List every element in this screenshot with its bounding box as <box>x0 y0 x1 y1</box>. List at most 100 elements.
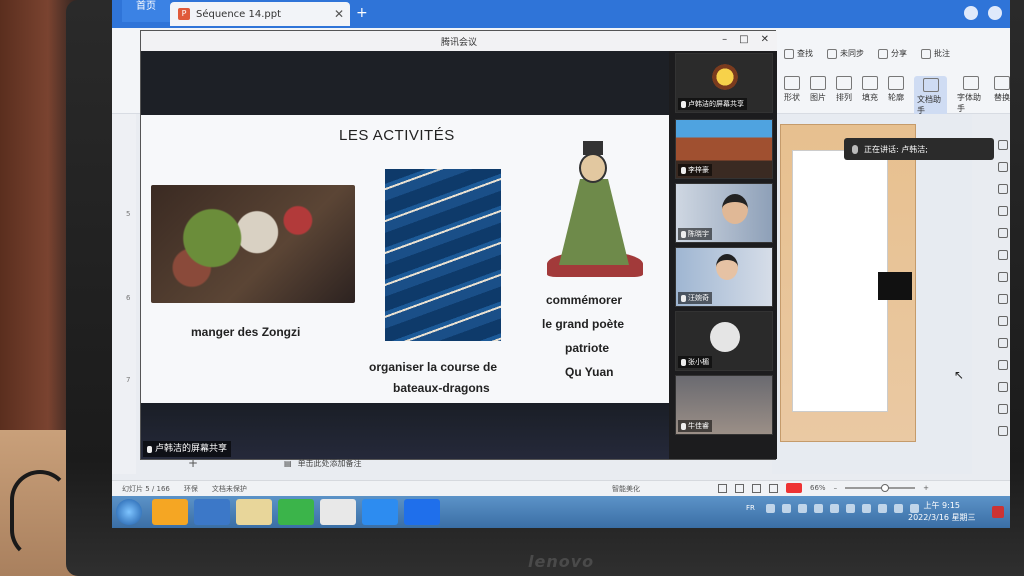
tencent-meeting-icon[interactable] <box>362 499 398 525</box>
minimize-icon[interactable] <box>988 6 1002 20</box>
play-icon[interactable] <box>786 483 802 493</box>
poet-body <box>559 179 629 265</box>
normal-view-icon[interactable] <box>735 483 744 493</box>
language-indicator[interactable]: FR <box>746 504 755 512</box>
tool-icon[interactable] <box>998 184 1008 194</box>
tool-icon[interactable] <box>998 316 1008 326</box>
close-icon[interactable]: ✕ <box>334 7 344 21</box>
outline-icon <box>888 76 904 90</box>
system-tray <box>766 504 919 513</box>
avatar <box>710 322 740 352</box>
tool-icon[interactable] <box>998 140 1008 150</box>
tool-icon[interactable] <box>998 360 1008 370</box>
start-button[interactable] <box>116 499 142 525</box>
tray-icon[interactable] <box>798 504 807 513</box>
shape-button[interactable]: 形状 <box>784 76 800 118</box>
outline-button[interactable]: 轮廓 <box>888 76 904 118</box>
share-button[interactable]: 分享 <box>878 48 907 59</box>
shared-screen: LES ACTIVITÉS manger des Zongzi organise… <box>141 51 669 459</box>
fill-icon <box>862 76 878 90</box>
tool-icon[interactable] <box>998 294 1008 304</box>
picture-icon <box>810 76 826 90</box>
find-button[interactable]: 查找 <box>784 48 813 59</box>
ribbon-row-2: 形状 图片 排列 填充 轮廓 文档助手 字体助手 替换 <box>784 76 1010 118</box>
mic-icon <box>852 144 858 154</box>
smart-beautify-button[interactable]: 智能美化 <box>612 484 640 494</box>
arrange-icon <box>836 76 852 90</box>
reading-view-icon[interactable] <box>769 483 778 493</box>
chrome-icon[interactable] <box>320 499 356 525</box>
tray-icon[interactable] <box>766 504 775 513</box>
theme-name[interactable]: 环保 <box>184 484 198 494</box>
add-slide-icon[interactable]: + <box>188 456 198 470</box>
tool-icon[interactable] <box>998 338 1008 348</box>
close-icon[interactable]: ✕ <box>761 34 769 45</box>
notes-view-icon[interactable] <box>718 483 727 493</box>
tool-icon[interactable] <box>998 272 1008 282</box>
minimize-icon[interactable]: – <box>722 34 727 45</box>
tray-icon[interactable] <box>894 504 903 513</box>
participant-tile[interactable]: 牛佳睿 <box>675 375 773 435</box>
tray-icon[interactable] <box>862 504 871 513</box>
zoom-level[interactable]: 66% <box>810 484 826 492</box>
ppt-icon: P <box>178 8 190 20</box>
tray-icon[interactable] <box>830 504 839 513</box>
participant-tile[interactable]: 汪婉奇 <box>675 247 773 307</box>
doc-assistant-button[interactable]: 文档助手 <box>914 76 947 118</box>
home-tab[interactable]: 首页 <box>122 0 170 22</box>
wps-icon[interactable] <box>404 499 440 525</box>
sync-button[interactable]: 未同步 <box>827 48 864 59</box>
tray-icon[interactable] <box>878 504 887 513</box>
speaking-text: 正在讲话: 卢韩洁; <box>864 144 928 154</box>
picture-button[interactable]: 图片 <box>810 76 826 118</box>
participant-video <box>716 254 738 280</box>
protect-status[interactable]: 文档未保护 <box>212 484 247 494</box>
clock[interactable]: 上午 9:15 2022/3/16 星期三 <box>908 500 976 524</box>
maximize-icon[interactable]: □ <box>739 34 748 45</box>
participant-tile[interactable]: 张小楣 <box>675 311 773 371</box>
app-icon[interactable] <box>152 499 188 525</box>
participant-tile[interactable]: 卢韩洁的屏幕共享 <box>675 53 773 113</box>
tool-icon[interactable] <box>998 162 1008 172</box>
mouse-cursor-icon: ↖ <box>954 368 965 382</box>
sorter-view-icon[interactable] <box>752 483 761 493</box>
fill-button[interactable]: 填充 <box>862 76 878 118</box>
notes-area[interactable]: ▤ 单击此处添加备注 <box>284 458 362 469</box>
browser-icon[interactable] <box>278 499 314 525</box>
tray-icon[interactable] <box>846 504 855 513</box>
zoom-out-icon[interactable]: – <box>834 484 838 492</box>
status-bar: 幻灯片 5 / 166 环保 文档未保护 智能美化 66% – + <box>112 480 1010 496</box>
participant-tile[interactable]: 陈晓宇 <box>675 183 773 243</box>
participant-tile[interactable]: 李梓豪 <box>675 119 773 179</box>
folder-icon[interactable] <box>236 499 272 525</box>
meeting-titlebar[interactable]: 腾讯会议 – □ ✕ <box>141 31 777 51</box>
user-icon[interactable] <box>964 6 978 20</box>
arrange-button[interactable]: 排列 <box>836 76 852 118</box>
new-tab-icon[interactable]: + <box>356 5 368 21</box>
zoom-slider-handle[interactable] <box>881 484 890 492</box>
replace-button[interactable]: 替换 <box>994 76 1010 118</box>
document-tab[interactable]: P Séquence 14.ppt ✕ <box>170 2 350 26</box>
zoom-slider[interactable] <box>845 484 916 492</box>
zoom-in-icon[interactable]: + <box>923 484 929 492</box>
font-assistant-button[interactable]: 字体助手 <box>957 76 984 118</box>
search-icon[interactable] <box>194 499 230 525</box>
tool-icon[interactable] <box>998 250 1008 260</box>
slide-content-area[interactable] <box>792 150 888 412</box>
slide-shape[interactable] <box>878 272 912 300</box>
notification-icon[interactable] <box>992 506 1004 518</box>
assistant-icon <box>922 78 939 92</box>
poet-head <box>579 153 607 183</box>
dragon-boats-image <box>385 169 501 341</box>
tool-icon[interactable] <box>998 206 1008 216</box>
tool-icon[interactable] <box>998 404 1008 414</box>
tool-icon[interactable] <box>998 228 1008 238</box>
thumbnail-pane[interactable]: 5 6 7 <box>112 114 136 474</box>
tool-icon[interactable] <box>998 382 1008 392</box>
comment-button[interactable]: 批注 <box>921 48 950 59</box>
participant-name: 牛佳睿 <box>678 420 712 432</box>
tray-icon[interactable] <box>814 504 823 513</box>
tray-icon[interactable] <box>782 504 791 513</box>
search-icon <box>784 48 794 59</box>
tool-icon[interactable] <box>998 426 1008 436</box>
